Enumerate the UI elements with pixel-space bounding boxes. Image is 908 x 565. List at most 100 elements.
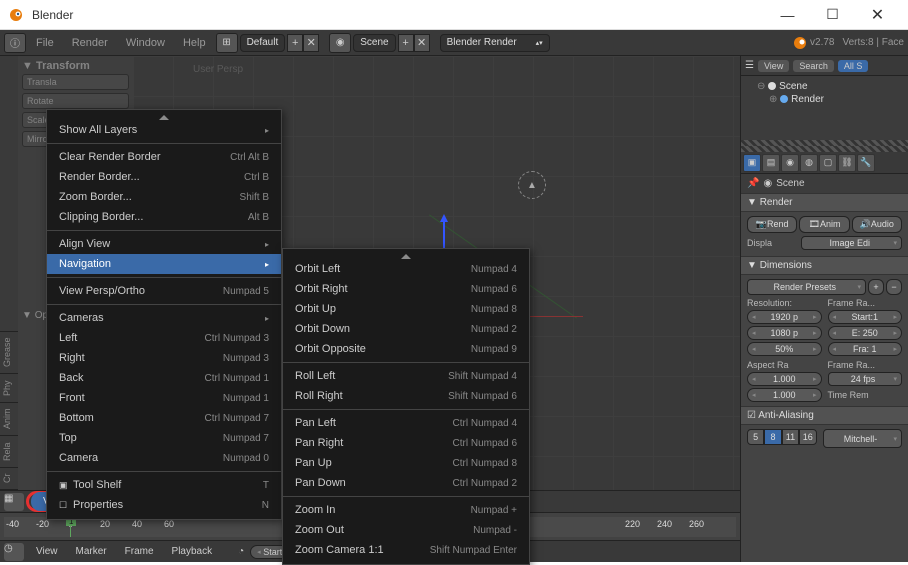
tab-grease[interactable]: Grease	[0, 331, 18, 374]
audio-button[interactable]: 🔊Audio	[852, 216, 902, 233]
res-y-field[interactable]: ◂1080 p▸	[747, 326, 822, 340]
mi-orbit-opposite[interactable]: Orbit OppositeNumpad 9	[283, 339, 529, 359]
aa-5[interactable]: 5	[747, 429, 764, 445]
aa-16[interactable]: 16	[799, 429, 816, 445]
mi-clip-border[interactable]: Clipping Border...Alt B	[47, 207, 281, 227]
mi-pan-right[interactable]: Pan RightCtrl Numpad 6	[283, 433, 529, 453]
outliner-search-menu[interactable]: Search	[793, 60, 834, 72]
screen-browse-icon[interactable]: ⊞	[216, 33, 238, 53]
mi-top[interactable]: TopNumpad 7	[47, 428, 281, 448]
menu-window[interactable]: Window	[118, 30, 173, 56]
render-presets-dropdown[interactable]: Render Presets▾	[747, 279, 866, 295]
mi-cameras[interactable]: Cameras▸	[47, 308, 281, 328]
mi-orbit-down[interactable]: Orbit DownNumpad 2	[283, 319, 529, 339]
mi-properties[interactable]: ☐PropertiesN	[47, 495, 281, 515]
tab-modifier-icon[interactable]: 🔧	[857, 154, 875, 172]
mi-align-view[interactable]: Align View▸	[47, 234, 281, 254]
camera-object[interactable]	[518, 171, 546, 199]
scene-add-remove[interactable]: +✕	[398, 34, 430, 52]
translate-button[interactable]: Transla	[22, 74, 129, 90]
mi-persp-ortho[interactable]: View Persp/OrthoNumpad 5	[47, 281, 281, 301]
mi-zoom-in[interactable]: Zoom InNumpad +	[283, 500, 529, 520]
pin-icon[interactable]: 📌	[747, 178, 759, 189]
mi-bottom[interactable]: BottomCtrl Numpad 7	[47, 408, 281, 428]
editor-type-3dview-icon[interactable]: ▦	[4, 493, 24, 511]
tl-view-menu[interactable]: View	[30, 544, 64, 559]
mi-toolshelf[interactable]: ▣Tool ShelfT	[47, 475, 281, 495]
tab-create[interactable]: Cr	[0, 467, 18, 490]
mi-zoom-out[interactable]: Zoom OutNumpad -	[283, 520, 529, 540]
mi-orbit-right[interactable]: Orbit RightNumpad 6	[283, 279, 529, 299]
mi-left[interactable]: LeftCtrl Numpad 3	[47, 328, 281, 348]
tab-constraint-icon[interactable]: ⛓	[838, 154, 856, 172]
outliner-view-menu[interactable]: View	[758, 60, 789, 72]
mi-render-border[interactable]: Render Border...Ctrl B	[47, 167, 281, 187]
outliner-editor-icon[interactable]: ☰	[745, 60, 754, 71]
tab-physics[interactable]: Phy	[0, 373, 18, 402]
tl-playback-menu[interactable]: Playback	[166, 544, 219, 559]
menu-help[interactable]: Help	[175, 30, 214, 56]
aspect-x-field[interactable]: ◂1.000▸	[747, 372, 822, 386]
mi-camera[interactable]: CameraNumpad 0	[47, 448, 281, 468]
tab-world-icon[interactable]: ◍	[800, 154, 818, 172]
mi-orbit-up[interactable]: Orbit UpNumpad 8	[283, 299, 529, 319]
close-button[interactable]: ✕	[855, 0, 900, 30]
aa-8[interactable]: 8	[764, 429, 781, 445]
mi-orbit-left[interactable]: Orbit LeftNumpad 4	[283, 259, 529, 279]
fps-dropdown[interactable]: 24 fps▾	[828, 372, 903, 386]
layout-add-remove[interactable]: +✕	[287, 34, 319, 52]
mi-navigation[interactable]: Navigation▸	[47, 254, 281, 274]
end-field[interactable]: ◂E: 250▸	[828, 326, 903, 340]
tl-frame-menu[interactable]: Frame	[119, 544, 160, 559]
mi-roll-left[interactable]: Roll LeftShift Numpad 4	[283, 366, 529, 386]
mi-roll-right[interactable]: Roll RightShift Numpad 6	[283, 386, 529, 406]
preset-add[interactable]: +	[868, 279, 884, 295]
mi-front[interactable]: FrontNumpad 1	[47, 388, 281, 408]
tab-renderlayers-icon[interactable]: ▤	[762, 154, 780, 172]
mi-show-all-layers[interactable]: Show All Layers▸	[47, 120, 281, 140]
sync-icon[interactable]: ◔	[238, 546, 244, 557]
aspect-y-field[interactable]: ◂1.000▸	[747, 388, 822, 402]
maximize-button[interactable]: ☐	[810, 0, 855, 30]
mi-back[interactable]: BackCtrl Numpad 1	[47, 368, 281, 388]
menu-file[interactable]: File	[28, 30, 62, 56]
scene-dropdown[interactable]: Scene	[353, 34, 395, 52]
screen-layout-dropdown[interactable]: Default	[240, 34, 286, 52]
aa-checkbox[interactable]: ☑	[747, 410, 756, 421]
start-field[interactable]: ◂Start:1▸	[828, 310, 903, 324]
anim-button[interactable]: 🎞Anim	[799, 216, 849, 233]
render-button[interactable]: 📷Rend	[747, 216, 797, 233]
aa-11[interactable]: 11	[782, 429, 799, 445]
tab-scene-icon[interactable]: ◉	[781, 154, 799, 172]
dimensions-panel-header[interactable]: ▼ Dimensions	[741, 256, 908, 275]
res-pct-field[interactable]: ◂50%▸	[747, 342, 822, 356]
mi-pan-left[interactable]: Pan LeftCtrl Numpad 4	[283, 413, 529, 433]
step-field[interactable]: ◂Fra: 1▸	[828, 342, 903, 356]
preset-remove[interactable]: −	[886, 279, 902, 295]
outliner-filter-dropdown[interactable]: All S	[838, 60, 869, 72]
tab-render-icon[interactable]: ▣	[743, 154, 761, 172]
mi-clear-border[interactable]: Clear Render BorderCtrl Alt B	[47, 147, 281, 167]
mi-pan-up[interactable]: Pan UpCtrl Numpad 8	[283, 453, 529, 473]
aa-panel-header[interactable]: ☑ Anti-Aliasing	[741, 406, 908, 425]
res-x-field[interactable]: ◂1920 p▸	[747, 310, 822, 324]
mi-zoom-border[interactable]: Zoom Border...Shift B	[47, 187, 281, 207]
tl-marker-menu[interactable]: Marker	[70, 544, 113, 559]
aa-filter-dropdown[interactable]: Mitchell-▾	[823, 429, 903, 448]
tab-animation[interactable]: Anim	[0, 402, 18, 436]
mi-zoom-camera[interactable]: Zoom Camera 1:1Shift Numpad Enter	[283, 540, 529, 560]
mi-pan-down[interactable]: Pan DownCtrl Numpad 2	[283, 473, 529, 493]
editor-type-timeline-icon[interactable]: ◷	[4, 543, 24, 561]
tab-relations[interactable]: Rela	[0, 435, 18, 467]
tab-object-icon[interactable]: ▢	[819, 154, 837, 172]
editor-type-icon[interactable]: ⓘ	[4, 33, 26, 53]
render-panel-header[interactable]: ▼ Render	[741, 193, 908, 212]
render-engine-dropdown[interactable]: Blender Render▴▾	[440, 34, 550, 52]
tree-scene[interactable]: ⊖ Scene	[745, 80, 904, 93]
rotate-button[interactable]: Rotate	[22, 93, 129, 109]
tree-renderlayers[interactable]: ⊕ Render	[745, 93, 904, 106]
display-dropdown[interactable]: Image Edi▾	[801, 236, 902, 250]
menu-render[interactable]: Render	[64, 30, 116, 56]
mi-right[interactable]: RightNumpad 3	[47, 348, 281, 368]
minimize-button[interactable]: —	[765, 0, 810, 30]
